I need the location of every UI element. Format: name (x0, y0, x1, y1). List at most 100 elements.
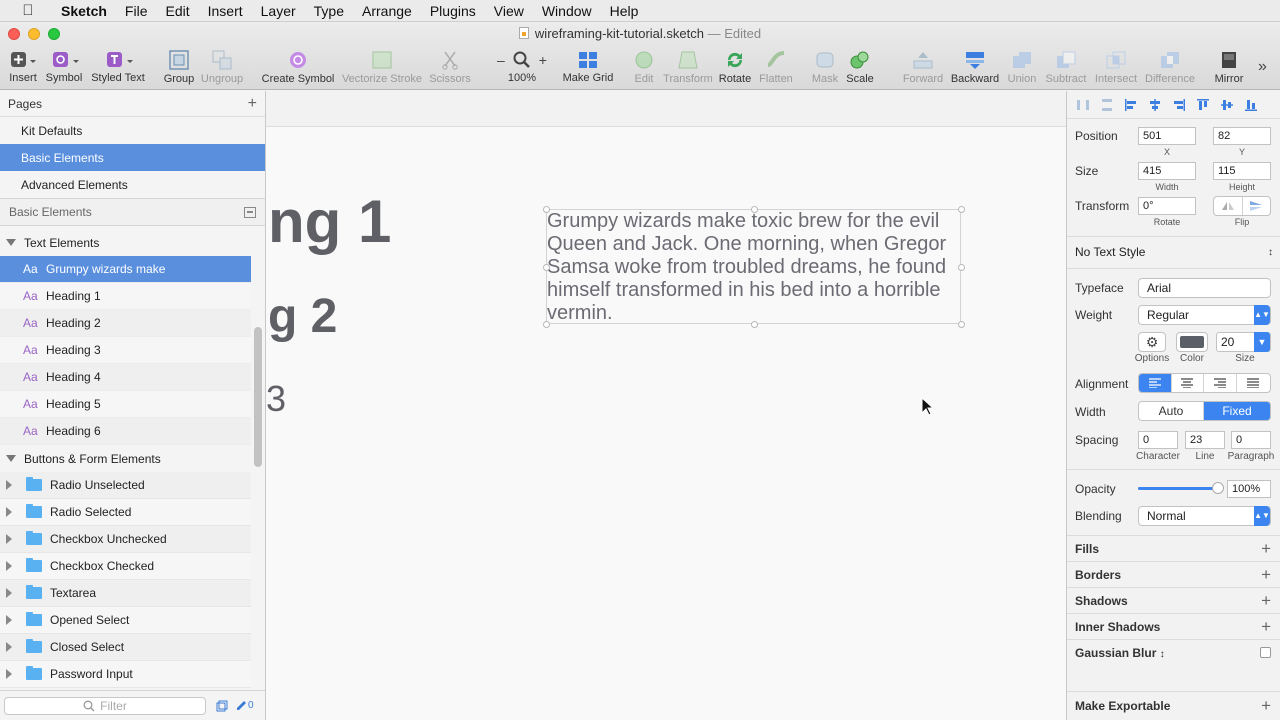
layer-heading-6[interactable]: Aa Heading 6 (0, 418, 251, 445)
disclosure-closed-icon[interactable] (6, 642, 12, 652)
layer-radio-unselected[interactable]: Radio Unselected (0, 472, 251, 499)
styled-text-button[interactable]: Styled Text (90, 50, 146, 84)
rotate-button[interactable]: Rotate (718, 50, 752, 85)
layer-heading-5[interactable]: Aa Heading 5 (0, 391, 251, 418)
vectorize-stroke-button[interactable]: Vectorize Stroke (342, 50, 422, 85)
weight-select[interactable]: Regular ▲▼ (1138, 305, 1271, 325)
text-style-select[interactable]: No Text Style ↕ (1075, 241, 1273, 263)
group-button[interactable]: Group (162, 50, 196, 85)
add-export-icon[interactable]: + (1261, 697, 1271, 714)
resize-handle-top-left[interactable] (543, 206, 550, 213)
mask-button[interactable]: Mask (810, 50, 840, 85)
opacity-slider-knob[interactable] (1212, 482, 1224, 494)
borders-section[interactable]: Borders + (1067, 561, 1280, 587)
updown-arrow-icon[interactable]: ↕ (1160, 649, 1165, 660)
opacity-slider-track[interactable] (1138, 482, 1224, 494)
edit-button[interactable]: Edit (630, 50, 658, 85)
disclosure-open-icon[interactable] (6, 455, 16, 462)
disclosure-closed-icon[interactable] (6, 480, 12, 490)
layer-textarea[interactable]: Textarea (0, 580, 251, 607)
layer-closed-select[interactable]: Closed Select (0, 634, 251, 661)
typeface-select[interactable]: Arial (1138, 278, 1271, 298)
resize-handle-top[interactable] (751, 206, 758, 213)
width-input[interactable]: 415 (1138, 162, 1196, 180)
transform-button[interactable]: Transform (663, 50, 713, 85)
insert-button[interactable]: Insert (8, 50, 38, 84)
disclosure-closed-icon[interactable] (6, 507, 12, 517)
union-button[interactable]: Union (1004, 50, 1040, 85)
resize-handle-right[interactable] (958, 264, 965, 271)
disclosure-closed-icon[interactable] (6, 588, 12, 598)
canvas-heading-1[interactable]: ng 1 (268, 187, 391, 256)
text-color-well[interactable] (1176, 332, 1208, 352)
align-right-icon[interactable] (1171, 98, 1187, 112)
character-spacing-input[interactable]: 0 (1138, 431, 1178, 449)
height-input[interactable]: 115 (1213, 162, 1271, 180)
position-y-input[interactable]: 82 (1213, 127, 1271, 145)
scissors-button[interactable]: Scissors (428, 50, 472, 85)
menu-arrange[interactable]: Arrange (353, 3, 421, 19)
resize-handle-top-right[interactable] (958, 206, 965, 213)
disclosure-closed-icon[interactable] (6, 615, 12, 625)
layers-scrollbar[interactable] (254, 327, 262, 467)
text-options-button[interactable]: ⚙ (1138, 332, 1166, 352)
font-size-select[interactable]: 20 ▼ (1216, 332, 1271, 352)
make-grid-button[interactable]: Make Grid (562, 50, 614, 84)
create-symbol-button[interactable]: Create Symbol (262, 50, 334, 85)
menu-help[interactable]: Help (601, 3, 648, 19)
resize-handle-bottom-right[interactable] (958, 321, 965, 328)
distribute-vertical-icon[interactable] (1099, 98, 1115, 112)
make-exportable-section[interactable]: Make Exportable + (1067, 691, 1280, 720)
distribute-horizontal-icon[interactable] (1075, 98, 1091, 112)
selected-text-layer[interactable]: Grumpy wizards make toxic brew for the e… (543, 206, 965, 328)
layer-radio-selected[interactable]: Radio Selected (0, 499, 251, 526)
menu-sketch[interactable]: Sketch (52, 3, 116, 19)
menu-insert[interactable]: Insert (199, 3, 252, 19)
menu-layer[interactable]: Layer (252, 3, 305, 19)
canvas[interactable]: ng 1 g 2 3 Grumpy wizards make toxic bre… (266, 91, 1066, 720)
canvas-heading-2[interactable]: g 2 (268, 289, 337, 344)
gaussian-blur-section[interactable]: Gaussian Blur ↕ (1067, 639, 1280, 665)
layer-grumpy-wizards[interactable]: Aa Grumpy wizards make (0, 256, 251, 283)
layer-heading-2[interactable]: Aa Heading 2 (0, 310, 251, 337)
pencil-icon[interactable] (236, 700, 246, 712)
disclosure-closed-icon[interactable] (6, 534, 12, 544)
zoom-out-button[interactable]: – (497, 52, 505, 68)
subtract-button[interactable]: Subtract (1042, 50, 1090, 85)
menu-window[interactable]: Window (533, 3, 601, 19)
add-inner-shadow-icon[interactable]: + (1261, 618, 1271, 635)
width-auto-button[interactable]: Auto (1139, 402, 1205, 420)
resize-handle-bottom[interactable] (751, 321, 758, 328)
text-align-left-button[interactable] (1139, 374, 1172, 392)
resize-handle-left[interactable] (543, 264, 550, 271)
fills-section[interactable]: Fills + (1067, 535, 1280, 561)
position-x-input[interactable]: 501 (1138, 127, 1196, 145)
intersect-button[interactable]: Intersect (1092, 50, 1140, 85)
align-bottom-icon[interactable] (1243, 98, 1259, 112)
flatten-button[interactable]: Flatten (756, 50, 796, 85)
flip-vertical-icon[interactable] (1243, 197, 1271, 215)
zoom-in-button[interactable]: + (539, 52, 547, 68)
add-page-icon[interactable]: + (248, 95, 257, 112)
group-buttons-form-elements[interactable]: Buttons & Form Elements (0, 445, 251, 472)
text-align-center-button[interactable] (1172, 374, 1204, 392)
forward-button[interactable]: Forward (902, 50, 944, 85)
menu-edit[interactable]: Edit (156, 3, 198, 19)
page-basic-elements[interactable]: Basic Elements (0, 144, 265, 171)
align-middle-vertical-icon[interactable] (1219, 98, 1235, 112)
align-top-icon[interactable] (1195, 98, 1211, 112)
group-text-elements[interactable]: Text Elements (0, 229, 251, 256)
align-left-icon[interactable] (1123, 98, 1139, 112)
canvas-heading-3[interactable]: 3 (266, 378, 286, 420)
add-fill-icon[interactable]: + (1261, 540, 1271, 557)
menu-plugins[interactable]: Plugins (421, 3, 485, 19)
text-align-justify-button[interactable] (1237, 374, 1270, 392)
menu-file[interactable]: File (116, 3, 157, 19)
layer-heading-4[interactable]: Aa Heading 4 (0, 364, 251, 391)
add-shadow-icon[interactable]: + (1261, 592, 1271, 609)
paragraph-spacing-input[interactable]: 0 (1231, 431, 1271, 449)
ungroup-button[interactable]: Ungroup (200, 50, 244, 85)
layer-opened-select[interactable]: Opened Select (0, 607, 251, 634)
menu-type[interactable]: Type (305, 3, 353, 19)
text-align-right-button[interactable] (1204, 374, 1237, 392)
